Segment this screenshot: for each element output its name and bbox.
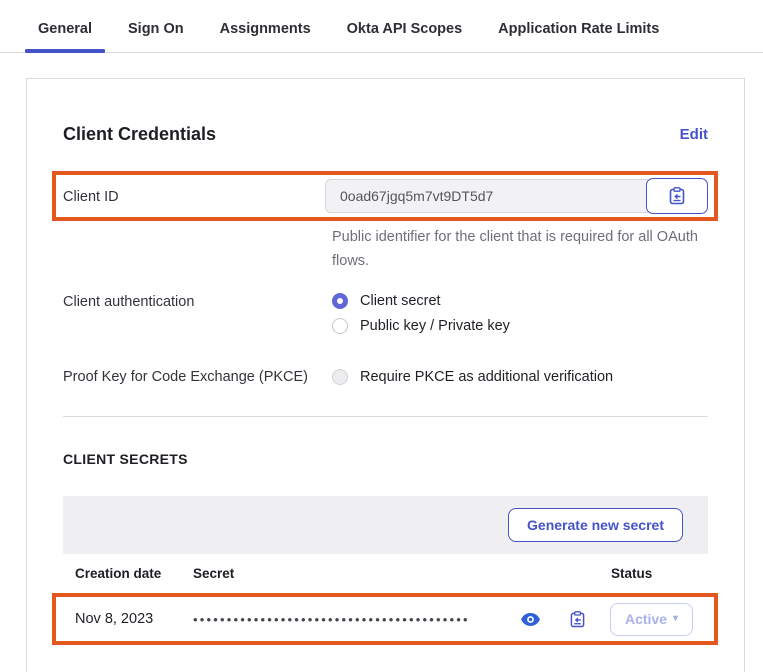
chevron-down-icon: ▾ <box>673 614 678 624</box>
client-authentication-options: Client secret Public key / Private key <box>332 293 510 334</box>
client-id-help-text: Public identifier for the client that is… <box>332 225 708 273</box>
tab-okta-api-scopes[interactable]: Okta API Scopes <box>334 21 476 52</box>
reveal-secret-button[interactable] <box>519 611 542 628</box>
eye-icon <box>521 613 540 626</box>
status-dropdown-button[interactable]: Active ▾ <box>610 603 693 636</box>
status-label: Active <box>625 611 667 627</box>
client-authentication-row: Client authentication Client secret Publ… <box>63 293 708 334</box>
masked-secret-value: ••••••••••••••••••••••••••••••••••••••••… <box>193 612 515 627</box>
clipboard-paste-icon <box>570 611 585 628</box>
tab-sign-on[interactable]: Sign On <box>115 21 197 52</box>
radio-public-private-key-label: Public key / Private key <box>360 318 510 334</box>
secrets-toolbar: Generate new secret <box>63 496 708 554</box>
header-creation-date: Creation date <box>75 566 193 581</box>
tab-application-rate-limits[interactable]: Application Rate Limits <box>485 21 672 52</box>
pkce-option[interactable]: Require PKCE as additional verification <box>332 368 613 385</box>
table-header-row: Creation date Secret Status <box>63 554 708 593</box>
radio-client-secret-label: Client secret <box>360 293 441 309</box>
client-credentials-card: Client Credentials Edit Client ID Public… <box>26 78 745 672</box>
radio-client-secret[interactable]: Client secret <box>332 293 510 309</box>
client-secrets-title: CLIENT SECRETS <box>63 451 708 467</box>
header-secret: Secret <box>193 566 611 581</box>
secret-cell: ••••••••••••••••••••••••••••••••••••••••… <box>193 609 610 630</box>
copy-secret-button[interactable] <box>568 609 587 630</box>
clipboard-paste-icon <box>669 187 685 205</box>
pkce-row: Proof Key for Code Exchange (PKCE) Requi… <box>63 368 708 385</box>
client-id-highlight-box: Client ID <box>52 171 718 221</box>
client-id-input[interactable] <box>325 179 652 213</box>
radio-public-private-key[interactable]: Public key / Private key <box>332 318 510 334</box>
client-secrets-table: Generate new secret Creation date Secret… <box>63 496 708 645</box>
secret-creation-date: Nov 8, 2023 <box>75 611 193 627</box>
copy-client-id-button[interactable] <box>646 178 708 214</box>
section-title: Client Credentials <box>63 124 216 145</box>
tab-assignments[interactable]: Assignments <box>207 21 324 52</box>
client-id-input-group <box>325 179 708 213</box>
client-authentication-label: Client authentication <box>63 293 332 334</box>
header-status: Status <box>611 566 708 581</box>
generate-new-secret-button[interactable]: Generate new secret <box>508 508 683 542</box>
radio-selected-icon[interactable] <box>332 293 348 309</box>
client-id-label: Client ID <box>63 188 325 205</box>
radio-unselected-icon[interactable] <box>332 318 348 334</box>
checkbox-unchecked-icon[interactable] <box>332 369 348 385</box>
card-header: Client Credentials Edit <box>63 124 708 145</box>
edit-link[interactable]: Edit <box>680 126 708 143</box>
tab-general[interactable]: General <box>25 21 105 52</box>
secret-row-highlight-box: Nov 8, 2023 ••••••••••••••••••••••••••••… <box>52 593 718 645</box>
section-divider <box>63 416 708 417</box>
pkce-label: Proof Key for Code Exchange (PKCE) <box>63 368 332 385</box>
pkce-option-label: Require PKCE as additional verification <box>360 369 613 385</box>
status-cell: Active ▾ <box>610 603 707 636</box>
tab-bar: General Sign On Assignments Okta API Sco… <box>0 0 763 53</box>
client-id-help-row: Public identifier for the client that is… <box>332 225 708 273</box>
